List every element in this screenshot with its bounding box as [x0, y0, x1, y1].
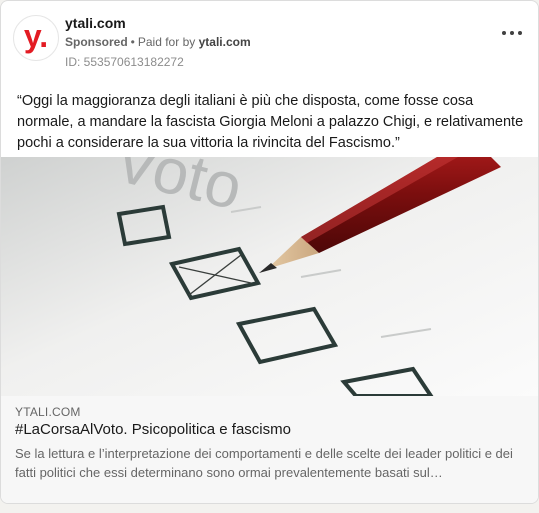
dot — [518, 31, 522, 35]
link-domain: YTALI.COM — [15, 405, 81, 419]
paid-for-by-label: Paid for by — [137, 35, 196, 49]
ballot-illustration: Voto — [1, 157, 538, 396]
advertiser-name[interactable]: ytali.com — [65, 15, 126, 31]
sponsored-label: Sponsored — [65, 35, 128, 49]
post-image[interactable]: Voto — [1, 157, 538, 396]
link-title[interactable]: #LaCorsaAlVoto. Psicopolitica e fascismo — [15, 421, 291, 438]
meta-separator: • — [130, 35, 135, 49]
sponsored-post-card: y. ytali.com Sponsored • Paid for by ytali… — [0, 0, 539, 504]
advertiser-logo-letter: y. — [23, 18, 49, 54]
dot — [510, 31, 514, 35]
dot — [502, 31, 506, 35]
link-preview[interactable]: YTALI.COM #LaCorsaAlVoto. Psicopolitica … — [1, 396, 538, 503]
link-description: Se la lettura e l’interpretazione dei co… — [15, 446, 513, 480]
post-text: “Oggi la maggioranza degli italiani è pi… — [17, 93, 524, 151]
sponsored-meta: Sponsored • Paid for by ytali.com — [65, 35, 251, 49]
advertiser-avatar[interactable]: y. — [13, 15, 59, 61]
more-options-icon[interactable] — [502, 28, 522, 38]
paid-for-by-company: ytali.com — [198, 35, 251, 49]
post-header: y. ytali.com Sponsored • Paid for by ytali… — [1, 1, 538, 81]
ad-id: ID: 553570613182272 — [65, 55, 184, 69]
